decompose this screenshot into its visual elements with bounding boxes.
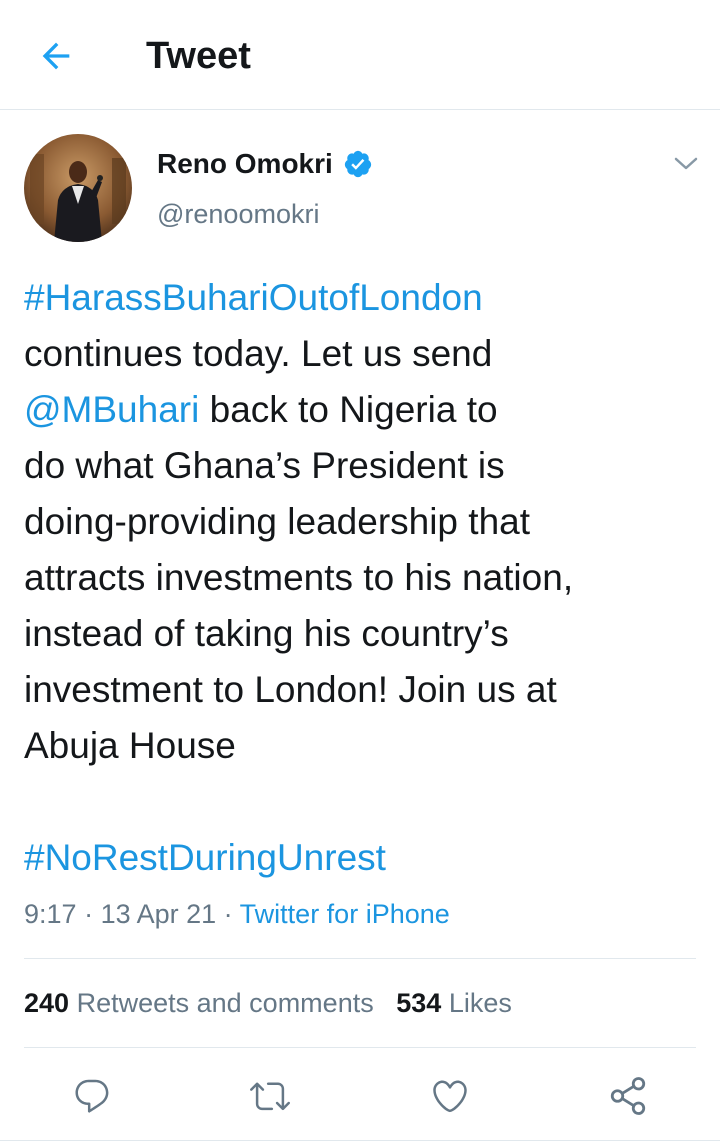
divider	[0, 1140, 720, 1141]
tweet-date: 13 Apr 21	[100, 899, 217, 929]
more-options-button[interactable]	[668, 148, 704, 180]
divider	[24, 1047, 696, 1048]
back-button[interactable]	[32, 34, 80, 78]
meta-separator: ·	[76, 899, 101, 929]
tweet-text-segment: Abuja House	[24, 725, 236, 766]
tweet-text-segment: investment to London! Join us at	[24, 669, 557, 710]
divider	[24, 958, 696, 959]
tweet-time: 9:17	[24, 899, 77, 929]
tweet-text-segment: attracts investments to his nation,	[24, 557, 574, 598]
tweet-text-segment: back to Nigeria to	[199, 389, 498, 430]
likes-count: 534	[396, 988, 442, 1018]
tweet-text-line: continues today. Let us send	[24, 326, 704, 382]
likes-label: Likes	[448, 988, 512, 1018]
avatar[interactable]	[24, 134, 132, 242]
share-icon	[610, 1077, 646, 1115]
reply-icon	[75, 1079, 109, 1113]
retweets-count: 240	[24, 988, 70, 1018]
engagement-stats: 240 Retweets and comments 534 Likes	[24, 985, 512, 1021]
meta-separator: ·	[216, 899, 240, 929]
tweet-text-line: Abuja House	[24, 718, 704, 774]
username-handle[interactable]: @renoomokri	[157, 196, 319, 232]
top-app-bar: Tweet	[0, 0, 720, 110]
reply-button[interactable]	[68, 1074, 116, 1118]
tweet-text-segment: continues today. Let us send	[24, 333, 493, 374]
tweet-source-link[interactable]: Twitter for iPhone	[240, 899, 450, 929]
display-name-text: Reno Omokri	[157, 148, 333, 179]
mention-link[interactable]: @MBuhari	[24, 389, 199, 430]
retweet-button[interactable]	[246, 1074, 294, 1118]
tweet-text-segment: instead of taking his country’s	[24, 613, 509, 654]
retweets-stat[interactable]: 240 Retweets and comments	[24, 988, 374, 1018]
tweet-text-segment: do what Ghana’s President is	[24, 445, 505, 486]
tweet-text-line: @MBuhari back to Nigeria to	[24, 382, 704, 438]
chevron-down-icon	[674, 157, 698, 170]
tweet-text-line: attracts investments to his nation,	[24, 550, 704, 606]
like-button[interactable]	[426, 1074, 474, 1118]
tweet-text: #HarassBuhariOutofLondon continues today.…	[24, 270, 704, 886]
retweets-label: Retweets and comments	[76, 988, 374, 1018]
tweet-text-line: doing-providing leadership that	[24, 494, 704, 550]
tweet-text-line	[24, 774, 704, 830]
heart-icon	[433, 1080, 467, 1113]
tweet-text-line: #NoRestDuringUnrest	[24, 830, 704, 886]
verified-badge-icon	[343, 149, 373, 179]
display-name[interactable]: Reno Omokri	[157, 146, 373, 182]
profile-photo	[24, 134, 132, 242]
hashtag-link[interactable]: #NoRestDuringUnrest	[24, 837, 386, 878]
tweet-text-segment: doing-providing leadership that	[24, 501, 531, 542]
tweet-actions-bar	[0, 1060, 720, 1132]
tweet-text-line: #HarassBuhariOutofLondon	[24, 270, 704, 326]
tweet-text-line: do what Ghana’s President is	[24, 438, 704, 494]
likes-stat[interactable]: 534 Likes	[396, 988, 512, 1018]
share-button[interactable]	[604, 1074, 652, 1118]
tweet-meta: 9:17 · 13 Apr 21 · Twitter for iPhone	[24, 896, 450, 932]
arrow-left-icon	[42, 42, 70, 70]
tweet-text-line: investment to London! Join us at	[24, 662, 704, 718]
hashtag-link[interactable]: #HarassBuhariOutofLondon	[24, 277, 483, 318]
retweet-icon	[250, 1082, 290, 1111]
tweet-text-line: instead of taking his country’s	[24, 606, 704, 662]
page-title: Tweet	[146, 35, 251, 77]
